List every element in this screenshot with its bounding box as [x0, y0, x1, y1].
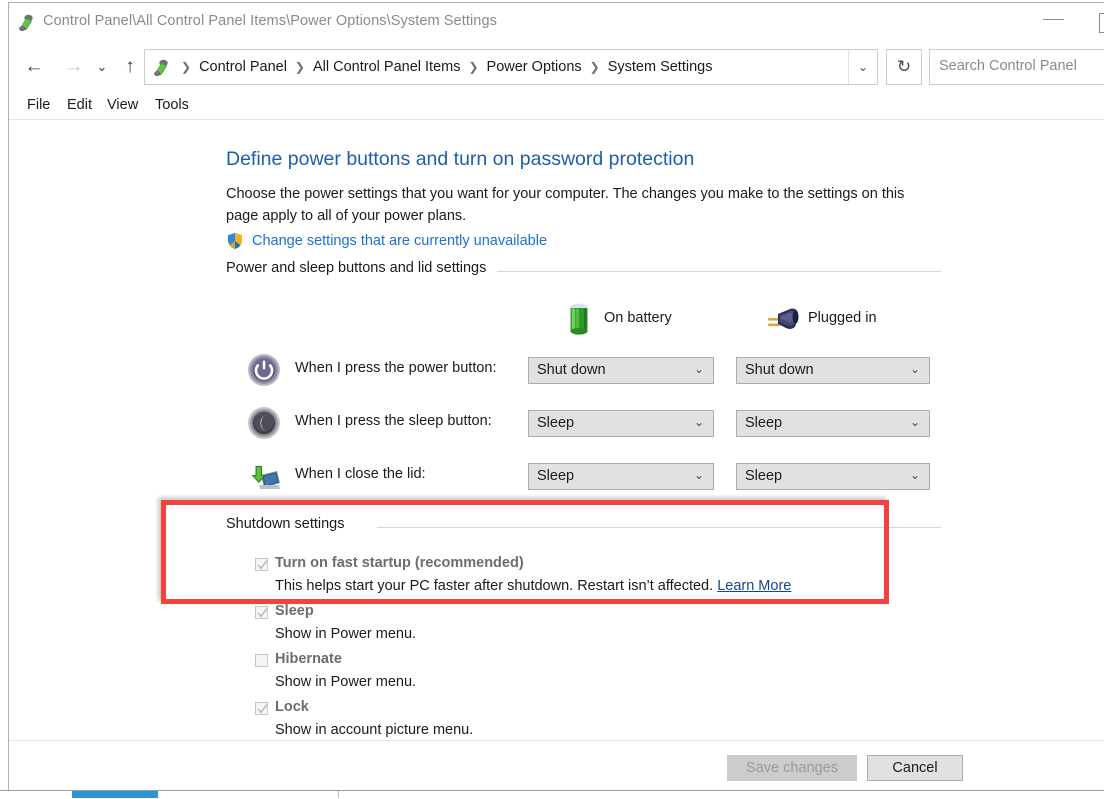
- forward-button[interactable]: →: [59, 51, 89, 83]
- maximize-button[interactable]: [1087, 3, 1104, 35]
- sleep-moon-icon: [247, 406, 281, 440]
- group-header-shutdown-settings: Shutdown settings: [226, 516, 345, 532]
- chevron-down-icon: ⌄: [909, 362, 920, 376]
- checkbox-label-lock: Lock: [275, 699, 309, 715]
- navigation-bar: ← → ⌄ ↑ ❯ Control Panel ❯ All Control Pa…: [9, 43, 1104, 91]
- checkbox-box[interactable]: [255, 558, 268, 571]
- breadcrumb-item-system-settings[interactable]: System Settings: [604, 59, 717, 75]
- dropdown-close-lid-plugged-in[interactable]: Sleep ⌄: [736, 463, 930, 490]
- back-button[interactable]: ←: [19, 51, 49, 83]
- address-bar[interactable]: ❯ Control Panel ❯ All Control Panel Item…: [144, 49, 878, 85]
- breadcrumb: ❯ Control Panel ❯ All Control Panel Item…: [177, 50, 716, 84]
- dropdown-value: Sleep: [745, 468, 783, 484]
- save-changes-button[interactable]: Save changes: [727, 755, 857, 781]
- setting-label-sleep-button: When I press the sleep button:: [295, 413, 492, 429]
- checkbox-label-fast-startup: Turn on fast startup (recommended): [275, 555, 524, 571]
- column-label-on-battery: On battery: [604, 310, 672, 326]
- breadcrumb-separator: ❯: [589, 60, 600, 74]
- breadcrumb-item-power-options[interactable]: Power Options: [483, 59, 586, 75]
- breadcrumb-separator: ❯: [468, 60, 479, 74]
- checkbox-box[interactable]: [255, 702, 268, 715]
- menu-item-view[interactable]: View: [101, 94, 144, 116]
- dropdown-value: Shut down: [537, 362, 606, 378]
- checkbox-description-hibernate: Show in Power menu.: [275, 674, 417, 690]
- search-box[interactable]: Search Control Panel: [929, 49, 1104, 85]
- power-plug-icon: [766, 300, 802, 345]
- minimize-icon: [1043, 19, 1064, 20]
- learn-more-link[interactable]: Learn More: [717, 578, 791, 594]
- column-label-plugged-in: Plugged in: [808, 310, 877, 326]
- checkbox-description-sleep: Show in Power menu.: [275, 626, 417, 642]
- page-description: Choose the power settings that you want …: [226, 186, 905, 224]
- page-title: Define power buttons and turn on passwor…: [226, 148, 695, 170]
- checkbox-description-fast-startup: This helps start your PC faster after sh…: [275, 578, 791, 594]
- chevron-down-icon: ⌄: [693, 362, 704, 376]
- dropdown-sleep-button-on-battery[interactable]: Sleep ⌄: [528, 410, 714, 437]
- dropdown-value: Shut down: [745, 362, 814, 378]
- breadcrumb-item-control-panel[interactable]: Control Panel: [195, 59, 291, 75]
- chevron-down-icon: ⌄: [909, 415, 920, 429]
- checkbox-box[interactable]: [255, 606, 268, 619]
- chevron-down-icon: ⌄: [693, 415, 704, 429]
- dropdown-value: Sleep: [745, 415, 783, 431]
- group-header-power-lid: Power and sleep buttons and lid settings: [226, 260, 487, 276]
- settings-content-pane: Define power buttons and turn on passwor…: [9, 120, 1104, 740]
- power-options-icon: [17, 12, 37, 32]
- taskbar-active-item[interactable]: [72, 791, 158, 798]
- menu-item-tools[interactable]: Tools: [149, 94, 195, 116]
- minimize-button[interactable]: [1031, 3, 1077, 35]
- breadcrumb-separator: ❯: [181, 60, 192, 74]
- dropdown-sleep-button-plugged-in[interactable]: Sleep ⌄: [736, 410, 930, 437]
- checkbox-box[interactable]: [255, 654, 268, 667]
- refresh-button[interactable]: ↻: [886, 49, 922, 85]
- power-options-icon: [152, 57, 172, 77]
- cancel-button[interactable]: Cancel: [867, 755, 963, 781]
- window-title: Control Panel\All Control Panel Items\Po…: [43, 13, 497, 29]
- dropdown-power-button-on-battery[interactable]: Shut down ⌄: [528, 357, 714, 384]
- checkbox-description-lock: Show in account picture menu.: [275, 722, 474, 738]
- power-button-icon: [247, 353, 281, 387]
- chevron-down-icon: ⌄: [693, 468, 704, 482]
- setting-label-close-lid: When I close the lid:: [295, 466, 426, 482]
- description-text: This helps start your PC faster after sh…: [275, 578, 718, 594]
- checkbox-label-sleep: Sleep: [275, 603, 314, 619]
- recent-locations-button[interactable]: ⌄: [91, 51, 113, 83]
- chevron-down-icon[interactable]: ⌄: [848, 50, 877, 84]
- search-input[interactable]: Search Control Panel: [939, 58, 1077, 74]
- dialog-footer: Save changes Cancel: [9, 740, 1104, 792]
- taskbar-divider: [338, 791, 339, 798]
- dropdown-power-button-plugged-in[interactable]: Shut down ⌄: [736, 357, 930, 384]
- dropdown-close-lid-on-battery[interactable]: Sleep ⌄: [528, 463, 714, 490]
- title-bar: Control Panel\All Control Panel Items\Po…: [9, 3, 1104, 43]
- menu-item-edit[interactable]: Edit: [61, 94, 98, 116]
- change-settings-link[interactable]: Change settings that are currently unava…: [252, 233, 547, 249]
- dropdown-value: Sleep: [537, 468, 575, 484]
- setting-label-power-button: When I press the power button:: [295, 360, 497, 376]
- dropdown-value: Sleep: [537, 415, 575, 431]
- menu-bar: File Edit View Tools: [9, 91, 1104, 120]
- breadcrumb-item-all-control-panel-items[interactable]: All Control Panel Items: [309, 59, 464, 75]
- laptop-lid-icon: [247, 459, 281, 493]
- maximize-icon: [1099, 13, 1104, 33]
- group-divider: [377, 527, 941, 528]
- shield-icon: [226, 232, 244, 255]
- check-icon: [257, 608, 268, 618]
- menu-item-file[interactable]: File: [21, 94, 56, 116]
- check-icon: [257, 704, 268, 714]
- checkbox-label-hibernate: Hibernate: [275, 651, 342, 667]
- group-divider: [497, 271, 941, 272]
- chevron-down-icon: ⌄: [909, 468, 920, 482]
- battery-icon: [562, 300, 596, 345]
- check-icon: [257, 560, 268, 570]
- up-button[interactable]: ↑: [115, 51, 145, 83]
- control-panel-window: Control Panel\All Control Panel Items\Po…: [8, 2, 1104, 792]
- breadcrumb-separator: ❯: [294, 60, 305, 74]
